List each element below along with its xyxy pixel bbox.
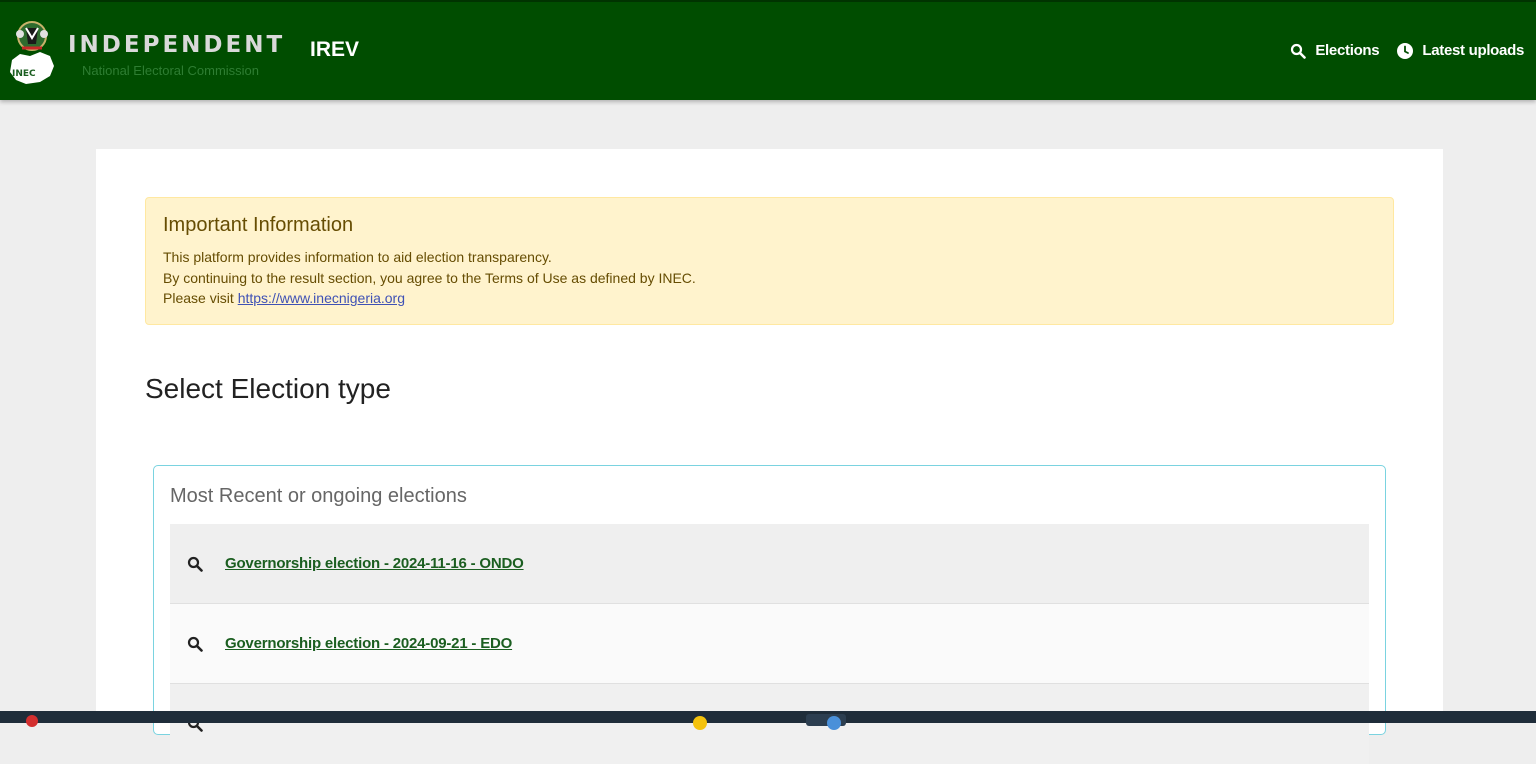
alert-heading: Important Information bbox=[163, 214, 354, 236]
election-row[interactable]: Governorship election - 2024-11-16 - OND… bbox=[170, 524, 1369, 604]
brand-title: INDEPENDENT bbox=[68, 32, 286, 58]
search-icon bbox=[1290, 43, 1307, 59]
top-nav: Elections Latest uploads bbox=[1290, 42, 1524, 59]
nav-elections-label: Elections bbox=[1315, 42, 1380, 59]
important-info-alert: Important Information This platform prov… bbox=[145, 197, 1394, 325]
alert-line-3: Please visit https://www.inecnigeria.org bbox=[163, 288, 1377, 309]
clock-icon bbox=[1397, 42, 1414, 59]
page-title: Select Election type bbox=[145, 373, 391, 404]
search-icon bbox=[186, 635, 204, 653]
recent-elections-panel: Most Recent or ongoing elections Governo… bbox=[153, 465, 1386, 764]
nav-elections[interactable]: Elections bbox=[1290, 42, 1380, 59]
top-navbar: INEC INDEPENDENT National Electoral Comm… bbox=[0, 0, 1536, 100]
alert-line-3-prefix: Please visit bbox=[163, 290, 238, 306]
election-row[interactable] bbox=[170, 684, 1369, 764]
inec-website-link[interactable]: https://www.inecnigeria.org bbox=[238, 290, 405, 306]
browser-icon[interactable] bbox=[827, 716, 841, 730]
alert-line-2: By continuing to the result section, you… bbox=[163, 269, 696, 286]
inec-logo[interactable]: INEC bbox=[6, 14, 58, 86]
nav-latest-uploads-label: Latest uploads bbox=[1422, 42, 1524, 59]
nav-latest-uploads[interactable]: Latest uploads bbox=[1397, 42, 1524, 59]
os-taskbar bbox=[0, 711, 1536, 730]
election-link-edo[interactable]: Governorship election - 2024-09-21 - EDO bbox=[225, 635, 512, 652]
election-row[interactable]: Governorship election - 2024-09-21 - EDO bbox=[170, 604, 1369, 684]
taskbar-app-icon[interactable] bbox=[693, 716, 707, 730]
app-name[interactable]: IREV bbox=[310, 38, 359, 62]
main-card: Important Information This platform prov… bbox=[96, 149, 1443, 764]
notification-badge-icon[interactable] bbox=[26, 715, 38, 727]
alert-line-1: This platform provides information to ai… bbox=[163, 249, 552, 265]
brand-subtitle: National Electoral Commission bbox=[82, 63, 260, 78]
election-link-ondo[interactable]: Governorship election - 2024-11-16 - OND… bbox=[225, 555, 524, 572]
search-icon bbox=[186, 555, 204, 573]
logo-text: INEC bbox=[12, 69, 36, 79]
recent-elections-title: Most Recent or ongoing elections bbox=[170, 485, 467, 507]
